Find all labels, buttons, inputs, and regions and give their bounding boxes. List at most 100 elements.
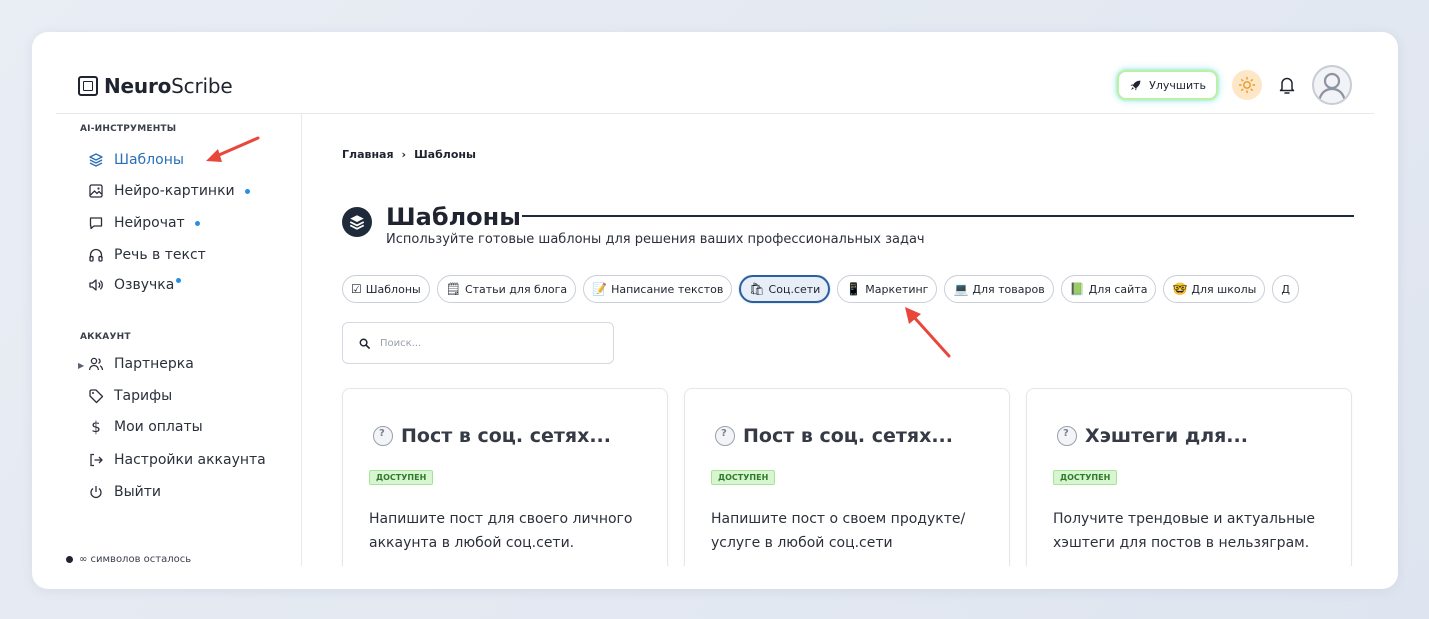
credits-text: ∞ символов осталось bbox=[79, 554, 192, 565]
sidebar-item-label: Речь в текст bbox=[114, 247, 206, 263]
headphones-icon bbox=[88, 247, 104, 263]
sidebar-item-label: Мои оплаты bbox=[114, 419, 203, 435]
template-icon bbox=[373, 426, 393, 446]
login-icon bbox=[88, 452, 104, 468]
sidebar: AI-ИНСТРУМЕНТЫ Шаблоны Нейро-картинки Не… bbox=[56, 114, 302, 566]
section-title-account: АККАУНТ bbox=[80, 332, 131, 342]
header-actions: Улучшить bbox=[1117, 65, 1352, 105]
sidebar-item-label: Настройки аккаунта bbox=[114, 452, 266, 468]
sidebar-item-account-settings[interactable]: Настройки аккаунта bbox=[88, 452, 266, 468]
card-title: Хэштеги для... bbox=[1085, 425, 1248, 447]
card-description: Напишите пост для своего личного аккаунт… bbox=[369, 511, 633, 551]
page-header: Шаблоны Используйте готовые шаблоны для … bbox=[342, 204, 925, 247]
brand-bold: Neuro bbox=[104, 74, 172, 98]
page-subtitle: Используйте готовые шаблоны для решения … bbox=[386, 232, 925, 247]
card-description: Напишите пост о своем продукте/ услуге в… bbox=[711, 511, 966, 551]
top-header: NeuroScribe Улучшить bbox=[56, 56, 1374, 114]
sidebar-item-label: Шаблоны bbox=[114, 152, 184, 168]
avatar[interactable] bbox=[1312, 65, 1352, 105]
sidebar-item-label: Выйти bbox=[114, 484, 162, 500]
sidebar-item-label: Нейро-картинки bbox=[114, 183, 235, 199]
power-icon bbox=[88, 484, 104, 500]
chip-blog-articles[interactable]: 🗒 Статьи для блога bbox=[436, 275, 577, 303]
template-card[interactable]: Хэштеги для... ДОСТУПЕН Получите трендов… bbox=[1026, 388, 1352, 566]
rocket-icon bbox=[1130, 80, 1141, 90]
sidebar-item-partner[interactable]: Партнерка bbox=[88, 356, 194, 372]
sidebar-item-neurochat[interactable]: Нейрочат bbox=[88, 215, 200, 231]
memo-icon: 📝 bbox=[592, 282, 608, 296]
speaker-icon bbox=[88, 277, 104, 293]
sidebar-item-logout[interactable]: Выйти bbox=[88, 484, 161, 500]
card-description: Получите трендовые и актуальные хэштеги … bbox=[1053, 511, 1315, 551]
sidebar-item-neuro-images[interactable]: Нейро-картинки bbox=[88, 183, 250, 199]
nerd-face-icon: 🤓 bbox=[1172, 282, 1188, 296]
section-title-ai-tools: AI-ИНСТРУМЕНТЫ bbox=[80, 124, 177, 134]
new-indicator-dot bbox=[244, 188, 250, 194]
sun-icon bbox=[1238, 76, 1256, 94]
chip-more[interactable]: Д bbox=[1272, 275, 1299, 303]
sidebar-item-voiceover[interactable]: Озвучка bbox=[88, 277, 182, 293]
main-content: Главная › Шаблоны Шаблоны Используйте го… bbox=[302, 114, 1374, 566]
chip-school[interactable]: 🤓 Для школы bbox=[1163, 275, 1266, 303]
template-card[interactable]: Пост в соц. сетях... ДОСТУПЕН Напишите п… bbox=[684, 388, 1010, 566]
chip-templates[interactable]: ☑ Шаблоны bbox=[342, 275, 430, 303]
search-placeholder: Поиск... bbox=[380, 337, 422, 349]
template-cards: Пост в соц. сетях... ДОСТУПЕН Напишите п… bbox=[342, 388, 1352, 566]
card-title: Пост в соц. сетях... bbox=[401, 425, 611, 447]
sidebar-item-label: Нейрочат bbox=[114, 215, 185, 231]
sidebar-item-speech-to-text[interactable]: Речь в текст bbox=[88, 247, 206, 263]
search-input[interactable]: Поиск... bbox=[342, 322, 614, 364]
breadcrumb: Главная › Шаблоны bbox=[342, 148, 476, 161]
dollar-icon: $ bbox=[91, 418, 101, 436]
annotation-arrow bbox=[905, 307, 951, 358]
chip-marketing[interactable]: 📱 Маркетинг bbox=[837, 275, 938, 303]
screenshot-frame: NeuroScribe Улучшить AI-ИНСТРУМЕНТЫ Шабл… bbox=[32, 32, 1398, 589]
chip-products[interactable]: 💻 Для товаров bbox=[944, 275, 1054, 303]
credits-dot bbox=[66, 556, 73, 563]
chip-website[interactable]: 📗 Для сайта bbox=[1060, 275, 1157, 303]
template-icon bbox=[1057, 426, 1077, 446]
logo-icon bbox=[78, 76, 98, 96]
laptop-icon: 💻 bbox=[953, 282, 969, 296]
notifications-button[interactable] bbox=[1276, 74, 1298, 96]
phone-icon: 📱 bbox=[846, 282, 862, 296]
brand-light: Scribe bbox=[171, 74, 233, 98]
breadcrumb-home[interactable]: Главная bbox=[342, 148, 394, 161]
upgrade-label: Улучшить bbox=[1149, 78, 1206, 92]
bell-icon bbox=[1279, 77, 1295, 94]
status-badge: ДОСТУПЕН bbox=[369, 470, 434, 485]
chat-icon bbox=[88, 215, 104, 231]
tag-icon bbox=[88, 388, 104, 404]
sidebar-item-label: Озвучка bbox=[114, 277, 175, 293]
upgrade-button[interactable]: Улучшить bbox=[1117, 70, 1218, 100]
sidebar-item-tariffs[interactable]: Тарифы bbox=[88, 388, 172, 404]
chip-social-networks[interactable]: 🛍 Соц.сети bbox=[739, 275, 831, 303]
sidebar-item-label: Партнерка bbox=[114, 356, 194, 372]
theme-toggle-button[interactable] bbox=[1232, 70, 1262, 100]
book-icon: 📗 bbox=[1069, 282, 1085, 296]
credits-remaining: ∞ символов осталось bbox=[66, 554, 191, 565]
template-icon bbox=[715, 426, 735, 446]
layers-icon bbox=[342, 207, 372, 237]
users-icon bbox=[88, 356, 104, 372]
expand-caret-icon[interactable]: ▶ bbox=[78, 361, 84, 370]
notepad-icon: 🗒 bbox=[445, 282, 461, 296]
chip-writing-texts[interactable]: 📝 Написание текстов bbox=[583, 275, 733, 303]
template-card[interactable]: Пост в соц. сетях... ДОСТУПЕН Напишите п… bbox=[342, 388, 668, 566]
title-divider bbox=[522, 215, 1354, 217]
breadcrumb-separator: › bbox=[401, 148, 407, 161]
logo[interactable]: NeuroScribe bbox=[78, 74, 233, 98]
search-icon bbox=[359, 338, 370, 349]
layers-icon bbox=[88, 152, 104, 168]
shopping-bags-icon: 🛍 bbox=[749, 282, 765, 296]
page-title: Шаблоны bbox=[386, 203, 521, 231]
annotation-arrow bbox=[206, 136, 260, 162]
app-window: NeuroScribe Улучшить AI-ИНСТРУМЕНТЫ Шабл… bbox=[56, 56, 1374, 566]
user-avatar-icon bbox=[1317, 72, 1347, 102]
status-badge: ДОСТУПЕН bbox=[711, 470, 776, 485]
new-indicator-dot bbox=[194, 220, 200, 226]
sidebar-item-payments[interactable]: $ Мои оплаты bbox=[88, 418, 203, 436]
sidebar-item-label: Тарифы bbox=[114, 388, 173, 404]
category-chips: ☑ Шаблоны 🗒 Статьи для блога 📝 Написание текс… bbox=[342, 275, 1374, 307]
sidebar-item-templates[interactable]: Шаблоны bbox=[88, 152, 184, 168]
